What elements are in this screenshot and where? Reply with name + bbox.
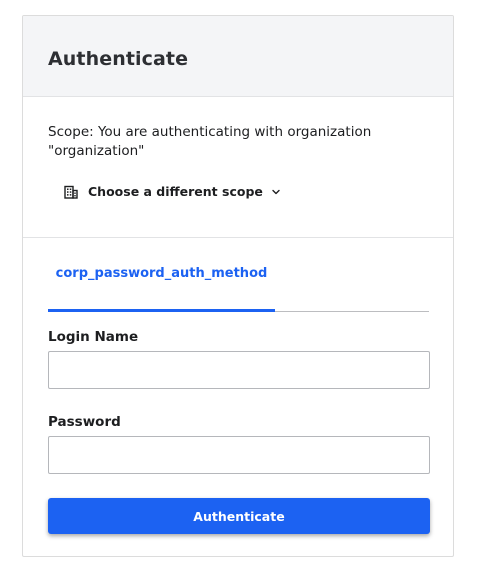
page-title: Authenticate [48,48,189,70]
scope-section: Scope: You are authenticating with organ… [23,97,453,238]
choose-scope-dropdown[interactable]: Choose a different scope [64,184,281,199]
card-header: Authenticate [23,16,453,97]
scope-description: Scope: You are authenticating with organ… [48,124,372,159]
authenticate-button[interactable]: Authenticate [48,498,430,534]
password-label: Password [48,414,121,430]
tab-label: corp_password_auth_method [55,265,268,281]
tab-corp-password-auth-method[interactable]: corp_password_auth_method [48,238,275,312]
password-input[interactable] [48,436,430,474]
choose-scope-label: Choose a different scope [88,184,263,199]
building-icon [64,185,78,199]
login-form: corp_password_auth_method Login Name Pas… [23,238,453,534]
login-name-input[interactable] [48,351,430,389]
auth-method-tabs: corp_password_auth_method [48,238,429,312]
chevron-down-icon [272,189,280,194]
authenticate-card: Authenticate Scope: You are authenticati… [22,15,454,557]
login-name-label: Login Name [48,329,139,345]
